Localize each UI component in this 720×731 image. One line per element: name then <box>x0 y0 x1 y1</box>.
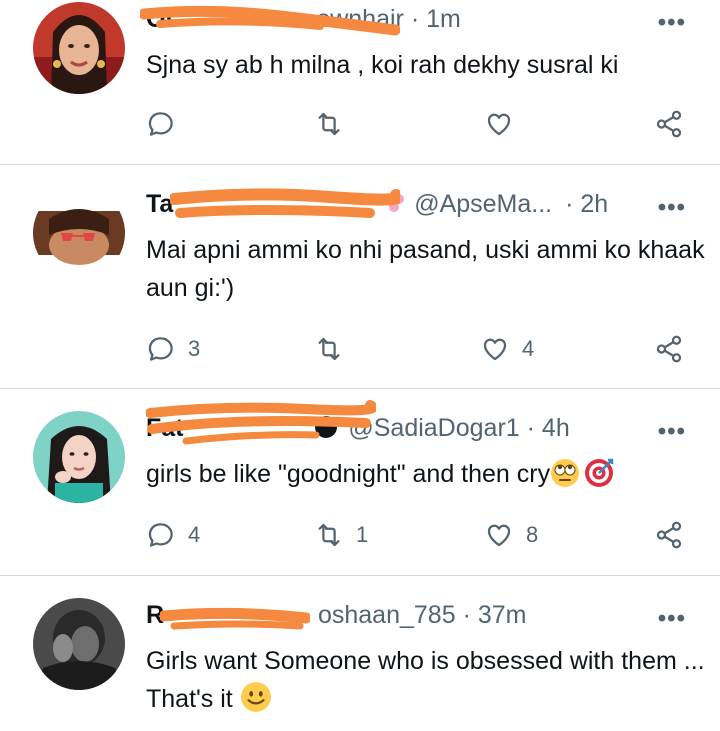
cherry-blossom-emoji <box>381 191 407 215</box>
share-button[interactable] <box>654 104 684 144</box>
author-handle[interactable]: @SadiaDogar1 <box>348 414 519 442</box>
tweet-3[interactable]: Fat @SadiaDogar1 · 4h ••• girls be like … <box>0 389 720 575</box>
tweet-text-content: Girls want Someone who is obsessed with … <box>146 647 705 713</box>
tweet-header: Fat @SadiaDogar1 · 4h <box>146 414 570 450</box>
like-button[interactable]: 8 <box>484 515 538 555</box>
author-name[interactable]: Fat <box>146 414 184 442</box>
like-button[interactable]: 4 <box>480 329 534 369</box>
rolling-eyes-emoji <box>551 459 580 487</box>
share-icon <box>656 521 682 549</box>
author-handle[interactable]: ownhair <box>316 5 404 33</box>
reply-icon <box>148 112 173 136</box>
heart-icon <box>483 338 507 361</box>
retweet-icon <box>318 337 340 361</box>
tweet-time[interactable]: · 4h <box>527 414 570 442</box>
smiling-emoji <box>240 682 271 712</box>
tweet-text: Girls want Someone who is obsessed with … <box>146 642 706 718</box>
retweet-button[interactable] <box>314 104 356 144</box>
like-button[interactable] <box>484 104 526 144</box>
avatar[interactable] <box>33 598 125 690</box>
tweet-text: girls be like "goodnight" and then cry <box>146 455 706 493</box>
tweet-4[interactable]: R oshaan_785 · 37m ••• Girls want Someon… <box>0 576 720 731</box>
retweet-icon <box>318 523 340 547</box>
verified-badge-icon <box>315 416 338 438</box>
reply-icon <box>148 337 173 361</box>
avatar[interactable] <box>33 411 125 503</box>
more-options-icon[interactable]: ••• <box>658 194 686 222</box>
reply-count: 4 <box>188 522 201 547</box>
like-count: 4 <box>522 336 535 361</box>
avatar[interactable] <box>33 187 125 279</box>
tweet-header: R oshaan_785 · 37m <box>146 601 526 637</box>
reply-button[interactable]: 4 <box>146 515 200 555</box>
tweet-time[interactable]: · 37m <box>463 601 527 629</box>
tweet-header: Ol ownhair · 1m <box>146 5 461 41</box>
tweet-1[interactable]: Ol ownhair · 1m ••• Sjna sy ab h milna ,… <box>0 0 720 164</box>
retweet-button[interactable] <box>314 329 356 369</box>
tweet-actions: 3 4 <box>146 329 691 369</box>
tweet-time[interactable]: · 2h <box>565 190 608 218</box>
author-name[interactable]: R <box>146 601 164 629</box>
share-button[interactable] <box>654 329 684 369</box>
tweet-text: Sjna sy ab h milna , koi rah dekhy susra… <box>146 51 619 79</box>
reply-count: 3 <box>188 336 201 361</box>
reply-button[interactable] <box>146 104 188 144</box>
author-handle[interactable]: oshaan_785 <box>318 601 456 629</box>
tweet-2[interactable]: Ta @ApseMa... · 2h ••• Mai apni ammi ko … <box>0 165 720 388</box>
tweet-time[interactable]: · 1m <box>411 5 461 33</box>
heart-icon <box>487 113 511 136</box>
tweet-text: Mai apni ammi ko nhi pasand, uski ammi k… <box>146 236 705 302</box>
author-handle[interactable]: @ApseMa... <box>414 190 552 218</box>
author-name[interactable]: Ol <box>146 5 172 33</box>
share-icon <box>656 335 682 363</box>
retweet-button[interactable]: 1 <box>314 515 368 555</box>
reply-button[interactable]: 3 <box>146 329 200 369</box>
tweet-text-content: girls be like "goodnight" and then cry <box>146 460 551 488</box>
heart-icon <box>487 524 511 547</box>
like-count: 8 <box>526 522 539 547</box>
bullseye-emoji <box>585 458 614 487</box>
avatar[interactable] <box>33 2 125 94</box>
tweet-actions: 4 1 8 <box>146 515 691 555</box>
tweet-header: Ta @ApseMa... · 2h <box>146 190 608 226</box>
share-icon <box>656 110 682 138</box>
retweet-count: 1 <box>356 522 369 547</box>
reply-icon <box>148 523 173 547</box>
share-button[interactable] <box>654 515 684 555</box>
author-name[interactable]: Ta <box>146 190 173 218</box>
more-options-icon[interactable]: ••• <box>658 418 686 446</box>
more-options-icon[interactable]: ••• <box>658 9 686 37</box>
retweet-icon <box>318 112 340 136</box>
more-options-icon[interactable]: ••• <box>658 605 686 633</box>
tweet-actions <box>146 104 691 144</box>
